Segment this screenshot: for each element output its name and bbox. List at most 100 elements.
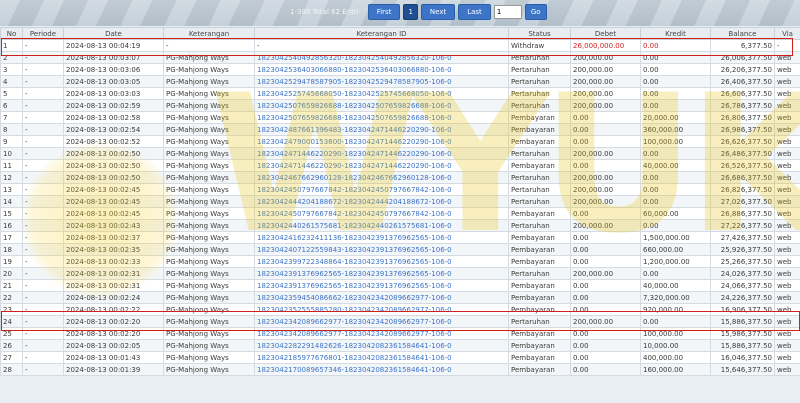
cell-keterangan-id[interactable]: 1823042529478587905-1823042529478587905-…: [254, 75, 509, 88]
cell-balance: 25,926,377.50: [710, 243, 775, 256]
cell-kredit: 40,000.00: [640, 159, 711, 172]
cell-keterangan-id[interactable]: 1823042467662960128-1823042467662960128-…: [254, 171, 509, 184]
cell-keterangan-id[interactable]: 1823042359454086662-1823042342089662977-…: [254, 291, 509, 304]
cell-keterangan-id[interactable]: 1823042507659826688-1823042507659826688-…: [254, 111, 509, 124]
cell-status: Pertaruhan: [508, 147, 571, 160]
table-row: 20-2024-08-13 00:02:31 PG-Mahjong Ways 182…: [0, 267, 800, 280]
cell-kredit: 0.00: [640, 99, 711, 112]
cell-keterangan-id[interactable]: 1823042471446220290-1823042471446220290-…: [254, 147, 509, 160]
table-row: 14-2024-08-13 00:02:45 PG-Mahjong Ways 182…: [0, 195, 800, 208]
cell-keterangan: PG-Mahjong Ways: [163, 363, 255, 376]
cell-keterangan-id[interactable]: 1823042450797667842-1823042450797667842-…: [254, 207, 509, 220]
cell-debet: 0.00: [570, 339, 641, 352]
cell-debet: 0.00: [570, 231, 641, 244]
cell-debet: 0.00: [570, 255, 641, 268]
cell-periode: -: [22, 339, 64, 352]
cell-no: 4: [0, 75, 23, 88]
cell-keterangan-id[interactable]: 1823042536403066880-1823042536403066880-…: [254, 63, 509, 76]
cell-date: 2024-08-13 00:02:50: [63, 147, 164, 160]
cell-status: Pembayaran: [508, 291, 571, 304]
first-page-button[interactable]: First: [367, 4, 401, 20]
cell-via: web: [774, 183, 800, 196]
cell-periode: -: [22, 111, 64, 124]
cell-balance: 24,226,377.50: [710, 291, 775, 304]
cell-kredit: 10,000.00: [640, 339, 711, 352]
cell-date: 2024-08-13 00:02:05: [63, 339, 164, 352]
cell-kredit: 400,000.00: [640, 351, 711, 364]
cell-debet: 0.00: [570, 351, 641, 364]
cell-keterangan: PG-Mahjong Ways: [163, 267, 255, 280]
cell-kredit: 360,000.00: [640, 123, 711, 136]
cell-date: 2024-08-13 00:02:31: [63, 279, 164, 292]
cell-date: 2024-08-13 00:02:37: [63, 231, 164, 244]
go-button[interactable]: Go: [524, 4, 547, 20]
cell-balance: 26,526,377.50: [710, 159, 775, 172]
cell-keterangan: PG-Mahjong Ways: [163, 147, 255, 160]
cell-balance: 27,426,377.50: [710, 231, 775, 244]
cell-keterangan-id[interactable]: 1823042487661396483-1823042471446220290-…: [254, 123, 509, 136]
cell-keterangan-id[interactable]: 1823042391376962565-1823042391376962565-…: [254, 267, 509, 280]
cell-keterangan: PG-Mahjong Ways: [163, 219, 255, 232]
cell-keterangan-id[interactable]: 1823042282291482626-1823042082361584641-…: [254, 339, 509, 352]
cell-keterangan-id[interactable]: 1823042391376962565-1823042391376962565-…: [254, 279, 509, 292]
cell-kredit: 0.00: [640, 195, 711, 208]
cell-date: 2024-08-13 00:01:39: [63, 363, 164, 376]
cell-no: 11: [0, 159, 23, 172]
cell-via: web: [774, 111, 800, 124]
cell-no: 13: [0, 183, 23, 196]
cell-kredit: 0.00: [640, 147, 711, 160]
cell-keterangan-id[interactable]: 1823042450797667842-1823042450797667842-…: [254, 183, 509, 196]
table-row: 5-2024-08-13 00:03:03 PG-Mahjong Ways 1823…: [0, 87, 800, 100]
cell-date: 2024-08-13 00:02:54: [63, 123, 164, 136]
cell-kredit: 20,000.00: [640, 111, 711, 124]
cell-status: Pertaruhan: [508, 183, 571, 196]
cell-kredit: 160,000.00: [640, 363, 711, 376]
cell-keterangan-id[interactable]: 1823042399722348864-1823042391376962565-…: [254, 255, 509, 268]
cell-status: Pertaruhan: [508, 63, 571, 76]
table-row: 15-2024-08-13 00:02:45 PG-Mahjong Ways 182…: [0, 207, 800, 220]
cell-keterangan-id[interactable]: 1823042444204188672-1823042444204188672-…: [254, 195, 509, 208]
cell-keterangan-id[interactable]: 1823042479000153600-1823042471446220290-…: [254, 135, 509, 148]
cell-no: 27: [0, 351, 23, 364]
cell-via: web: [774, 87, 800, 100]
current-page-button[interactable]: 1: [403, 4, 418, 20]
cell-status: Pembayaran: [508, 279, 571, 292]
cell-via: web: [774, 351, 800, 364]
last-page-button[interactable]: Last: [458, 4, 491, 20]
cell-balance: 27,026,377.50: [710, 195, 775, 208]
cell-keterangan-id[interactable]: 1823042507659826688-1823042507659826688-…: [254, 99, 509, 112]
next-page-button[interactable]: Next: [420, 4, 456, 20]
cell-via: web: [774, 219, 800, 232]
cell-via: web: [774, 291, 800, 304]
cell-no: 16: [0, 219, 23, 232]
cell-debet: 200,000.00: [570, 267, 641, 280]
cell-keterangan-id[interactable]: 1823042471446220290-1823042471446220290-…: [254, 159, 509, 172]
cell-date: 2024-08-13 00:02:33: [63, 255, 164, 268]
cell-status: Pertaruhan: [508, 219, 571, 232]
cell-keterangan-id[interactable]: 1823042440261575681-1823042440261575681-…: [254, 219, 509, 232]
cell-status: Pembayaran: [508, 339, 571, 352]
cell-periode: -: [22, 171, 64, 184]
cell-balance: 26,686,377.50: [710, 171, 775, 184]
cell-periode: -: [22, 147, 64, 160]
cell-keterangan-id[interactable]: 1823042185977676801-1823042082361584641-…: [254, 351, 509, 364]
cell-keterangan-id[interactable]: 1823042170089657346-1823042082361584641-…: [254, 363, 509, 376]
table-row: 4-2024-08-13 00:03:05 PG-Mahjong Ways 1823…: [0, 75, 800, 88]
cell-keterangan-id[interactable]: 1823042416232411136-1823042391376962565-…: [254, 231, 509, 244]
cell-status: Pembayaran: [508, 243, 571, 256]
cell-keterangan-id[interactable]: 1823042407122559843-1823042391376962565-…: [254, 243, 509, 256]
cell-no: 7: [0, 111, 23, 124]
cell-periode: -: [22, 135, 64, 148]
cell-keterangan: PG-Mahjong Ways: [163, 111, 255, 124]
cell-no: 18: [0, 243, 23, 256]
cell-no: 26: [0, 339, 23, 352]
table-row: 18-2024-08-13 00:02:35 PG-Mahjong Ways 182…: [0, 243, 800, 256]
cell-via: web: [774, 63, 800, 76]
cell-via: web: [774, 135, 800, 148]
cell-debet: 200,000.00: [570, 219, 641, 232]
cell-date: 2024-08-13 00:02:50: [63, 171, 164, 184]
cell-no: 14: [0, 195, 23, 208]
cell-status: Pertaruhan: [508, 171, 571, 184]
cell-keterangan-id[interactable]: 1823042525745668050-1823042525745668050-…: [254, 87, 509, 100]
page-number-input[interactable]: [493, 5, 522, 19]
